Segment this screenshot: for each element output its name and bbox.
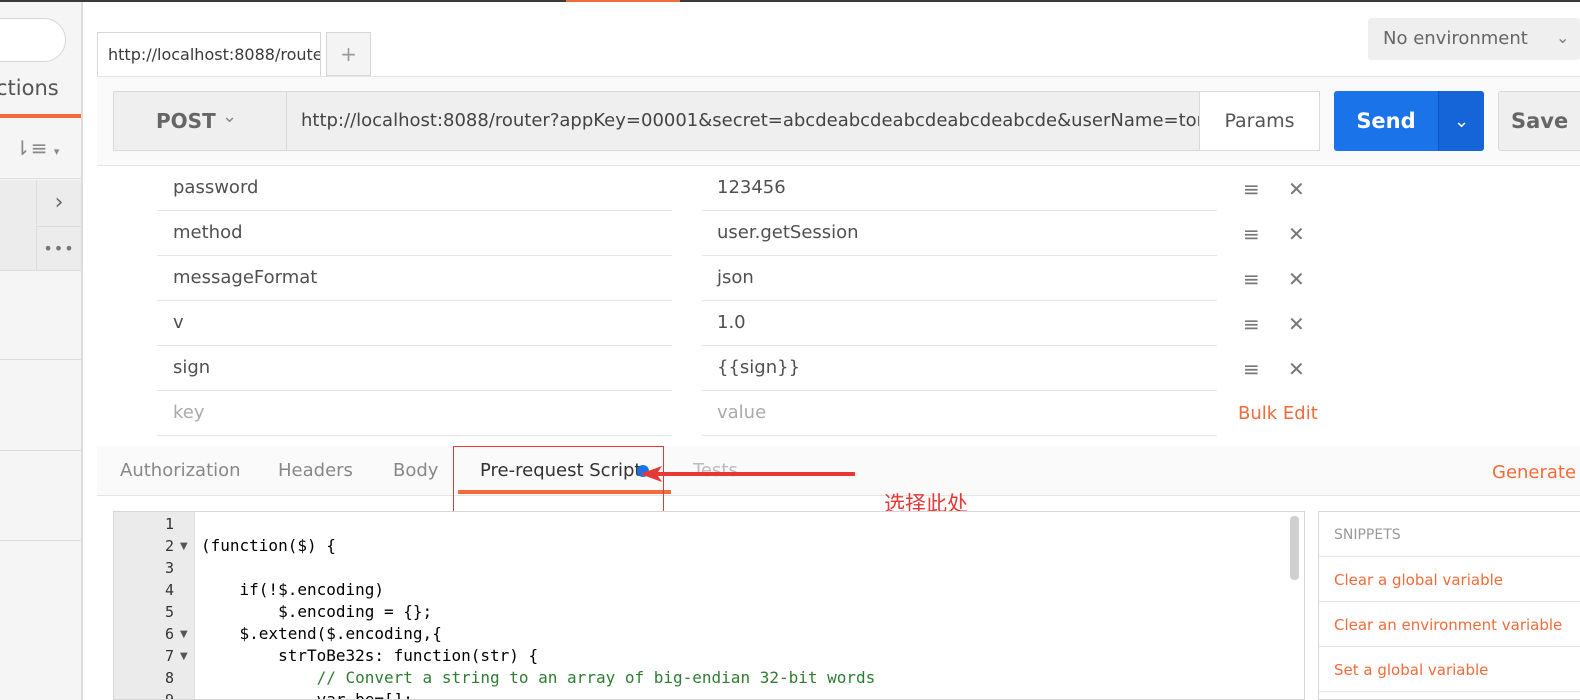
fold-icon[interactable]: ▼	[180, 541, 188, 552]
chevron-right-icon[interactable]: ›	[36, 180, 81, 225]
drag-handle-icon[interactable]: ≡	[1243, 177, 1260, 201]
code-comment-line: // Convert a string to an array of big-e…	[201, 668, 876, 687]
request-tab[interactable]: http://localhost:8088/router?appKey=0000…	[97, 32, 321, 78]
param-value-input[interactable]: value	[702, 392, 1217, 436]
param-row: sign {{sign}}	[157, 347, 1217, 392]
tab-headers[interactable]: Headers	[278, 460, 353, 481]
code-line: $.encoding = {};	[201, 602, 433, 621]
line-number: 2	[164, 537, 174, 555]
sidebar-divider	[0, 540, 81, 541]
param-row: password 123456	[157, 167, 1217, 212]
code-line: (function($) {	[201, 536, 336, 555]
snippets-title: SNIPPETS	[1334, 527, 1401, 543]
url-input[interactable]: http://localhost:8088/router?appKey=0000…	[286, 91, 1200, 151]
chevron-down-icon[interactable]: ⌄	[1556, 28, 1569, 47]
param-key[interactable]: password	[157, 167, 672, 211]
script-editor[interactable]: 1 2 ▼ 3 4 5 6 ▼ 7 ▼ 8 9 (function($) { i…	[113, 511, 1305, 700]
delete-icon[interactable]: ✕	[1288, 177, 1305, 201]
fold-icon[interactable]: ▼	[180, 651, 188, 662]
tab-authorization[interactable]: Authorization	[120, 460, 241, 481]
delete-icon[interactable]: ✕	[1288, 222, 1305, 246]
param-value[interactable]: {{sign}}	[702, 347, 1217, 391]
param-value[interactable]: 123456	[702, 167, 1217, 211]
generate-code-link[interactable]: Generate	[1492, 462, 1576, 483]
send-dropdown-icon[interactable]: ⌄	[1438, 91, 1484, 151]
line-number: 7	[164, 647, 174, 665]
line-number: 8	[164, 669, 174, 687]
param-row-new: key value	[157, 392, 1217, 437]
code-line: var be=[];	[201, 690, 413, 700]
snippet-divider	[1319, 601, 1580, 602]
sidebar-tab-collections[interactable]: ctions	[0, 76, 59, 100]
snippet-set-global[interactable]: Set a global variable	[1334, 661, 1488, 679]
param-value[interactable]: 1.0	[702, 302, 1217, 346]
sidebar-search-input[interactable]	[0, 18, 66, 62]
params-button[interactable]: Params	[1199, 91, 1320, 151]
snippet-clear-global[interactable]: Clear a global variable	[1334, 571, 1503, 589]
line-number: 9	[164, 691, 174, 700]
drag-handle-icon[interactable]: ≡	[1243, 312, 1260, 336]
param-key-input[interactable]: key	[157, 392, 672, 436]
line-gutter: 1 2 ▼ 3 4 5 6 ▼ 7 ▼ 8 9	[114, 512, 195, 700]
method-select[interactable]: POST	[113, 91, 287, 151]
snippet-divider	[1319, 556, 1580, 557]
snippet-divider	[1319, 646, 1580, 647]
drag-handle-icon[interactable]: ≡	[1243, 267, 1260, 291]
param-value[interactable]: json	[702, 257, 1217, 301]
add-tab-icon[interactable]: +	[326, 32, 371, 76]
line-number: 1	[164, 515, 174, 533]
sidebar: ctions ⇂≡ ▾ › •••	[0, 2, 83, 700]
annotation-arrow-icon	[640, 466, 855, 482]
fold-icon[interactable]: ▼	[180, 629, 188, 640]
param-key[interactable]: v	[157, 302, 672, 346]
sidebar-divider	[0, 450, 81, 451]
delete-icon[interactable]: ✕	[1288, 312, 1305, 336]
active-window-accent	[566, 0, 680, 2]
sidebar-divider	[0, 178, 81, 179]
line-number: 6	[164, 625, 174, 643]
line-number: 3	[164, 559, 174, 577]
sidebar-divider	[0, 270, 81, 271]
param-key[interactable]: method	[157, 212, 672, 256]
tab-body[interactable]: Body	[393, 460, 438, 481]
param-row: messageFormat json	[157, 257, 1217, 302]
environment-select[interactable]: No environment	[1368, 18, 1580, 60]
more-icon[interactable]: •••	[36, 226, 81, 270]
snippet-divider	[1319, 691, 1580, 692]
delete-icon[interactable]: ✕	[1288, 267, 1305, 291]
window-top-border	[0, 0, 1580, 2]
send-button[interactable]: Send	[1334, 91, 1438, 151]
param-key[interactable]: messageFormat	[157, 257, 672, 301]
sidebar-tab-underline	[0, 114, 81, 118]
code-line: if(!$.encoding)	[201, 580, 385, 599]
code-line: $.extend($.encoding,{	[201, 624, 442, 643]
param-value[interactable]: user.getSession	[702, 212, 1217, 256]
snippet-clear-environment[interactable]: Clear an environment variable	[1334, 616, 1562, 634]
line-number: 4	[164, 581, 174, 599]
code-line: strToBe32s: function(str) {	[201, 646, 539, 665]
param-row: v 1.0	[157, 302, 1217, 347]
delete-icon[interactable]: ✕	[1288, 357, 1305, 381]
drag-handle-icon[interactable]: ≡	[1243, 357, 1260, 381]
bulk-edit-link[interactable]: Bulk Edit	[1238, 403, 1318, 424]
line-number: 5	[164, 603, 174, 621]
save-button[interactable]: Save	[1498, 91, 1580, 151]
sidebar-divider	[0, 359, 81, 360]
param-row: method user.getSession	[157, 212, 1217, 257]
editor-scrollbar[interactable]	[1290, 516, 1299, 580]
sort-icon[interactable]: ⇂≡ ▾	[14, 136, 59, 160]
drag-handle-icon[interactable]: ≡	[1243, 222, 1260, 246]
chevron-down-icon[interactable]: ⌄	[222, 106, 237, 127]
param-key[interactable]: sign	[157, 347, 672, 391]
